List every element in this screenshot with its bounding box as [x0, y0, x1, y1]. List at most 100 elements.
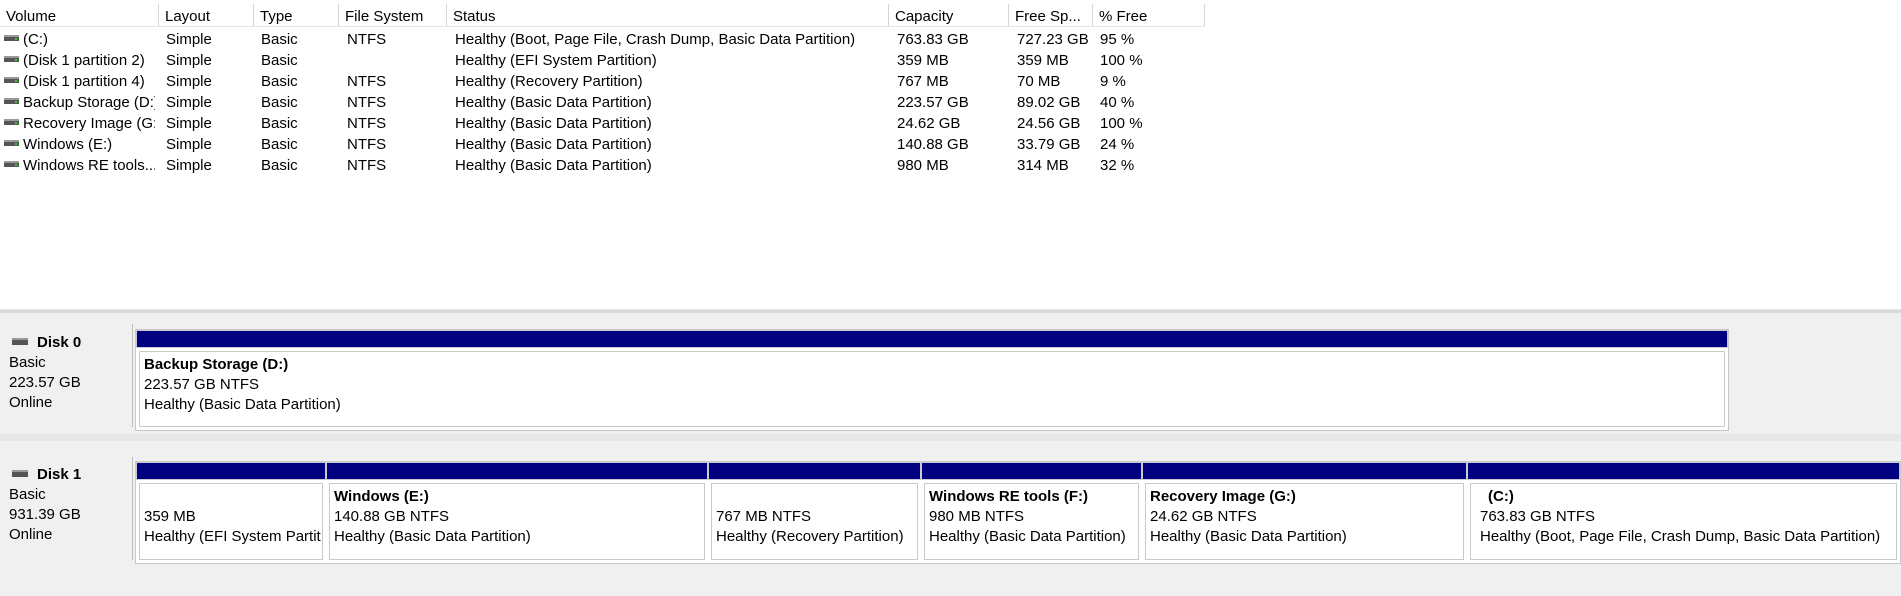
- partition-size: 767 MB NTFS: [716, 508, 812, 525]
- partition-title: [144, 487, 322, 507]
- partition-status: Healthy (EFI System Partit: [144, 528, 321, 545]
- partition-size: 980 MB NTFS: [929, 508, 1025, 525]
- col-status[interactable]: Status: [447, 4, 889, 26]
- partition-windows-e[interactable]: Windows (E:) 140.88 GB NTFS Healthy (Bas…: [326, 462, 708, 563]
- cell-status: Healthy (Basic Data Partition): [455, 136, 652, 153]
- partition-size: 763.83 GB NTFS: [1480, 508, 1596, 525]
- cell-free: 89.02 GB: [1017, 94, 1081, 111]
- table-row[interactable]: Windows (E:) Simple Basic NTFS Healthy (Basi…: [0, 134, 1205, 155]
- partition-status: Healthy (Basic Data Partition): [144, 396, 341, 413]
- partition-title: (C:): [1488, 488, 1514, 505]
- cell-status: Healthy (Basic Data Partition): [455, 157, 652, 174]
- cell-layout: Simple: [166, 73, 212, 90]
- partition-bar: [708, 462, 921, 480]
- partition-c[interactable]: (C:) 763.83 GB NTFS Healthy (Boot, Page …: [1467, 462, 1900, 563]
- disk-0-partitions: Backup Storage (D:) 223.57 GB NTFS Healt…: [135, 329, 1729, 431]
- disk-1-partitions: 359 MB Healthy (EFI System Partit Window…: [135, 461, 1901, 564]
- partition-status: Healthy (Basic Data Partition): [929, 528, 1126, 545]
- drive-icon: [4, 140, 19, 146]
- disk-separator: [0, 434, 1901, 441]
- partition-size: 140.88 GB NTFS: [334, 508, 450, 525]
- partition-bar: [1467, 462, 1900, 480]
- partition-size: 24.62 GB NTFS: [1150, 508, 1257, 525]
- cell-type: Basic: [261, 73, 298, 90]
- cell-free: 70 MB: [1017, 73, 1061, 90]
- drive-icon: [4, 35, 19, 41]
- partition-bar: [921, 462, 1142, 480]
- disk-name: Disk 1: [9, 465, 132, 485]
- partition-title: Windows (E:): [334, 488, 429, 505]
- cell-free: 24.56 GB: [1017, 115, 1081, 132]
- partition-windows-re-tools[interactable]: Windows RE tools (F:) 980 MB NTFS Health…: [921, 462, 1142, 563]
- cell-pct: 32 %: [1100, 157, 1135, 174]
- drive-icon: [4, 98, 19, 104]
- disk-type: Basic: [9, 354, 46, 371]
- disk-0-name: Disk 0: [37, 334, 82, 351]
- cell-volume: Windows RE tools...: [23, 157, 155, 174]
- table-row[interactable]: Windows RE tools... Simple Basic NTFS Health…: [0, 155, 1205, 176]
- partition-title: Recovery Image (G:): [1150, 488, 1296, 505]
- cell-type: Basic: [261, 31, 298, 48]
- partition-backup-storage[interactable]: Backup Storage (D:) 223.57 GB NTFS Healt…: [136, 330, 1728, 430]
- partition-title: Backup Storage (D:): [144, 356, 289, 373]
- col-free-space[interactable]: Free Sp...: [1009, 4, 1093, 26]
- cell-capacity: 223.57 GB: [897, 94, 969, 111]
- partition-title: [716, 487, 917, 507]
- cell-type: Basic: [261, 52, 298, 69]
- col-layout[interactable]: Layout: [159, 4, 254, 26]
- cell-fs: NTFS: [347, 73, 387, 90]
- partition-bar: [326, 462, 708, 480]
- cell-fs: NTFS: [347, 31, 387, 48]
- drive-icon: [4, 77, 19, 83]
- disk-1-label[interactable]: Disk 1 Basic 931.39 GB Online: [0, 457, 133, 560]
- col-volume[interactable]: Volume: [0, 4, 159, 26]
- cell-pct: 100 %: [1100, 115, 1143, 132]
- partition-bar: [136, 330, 1728, 348]
- cell-layout: Simple: [166, 52, 212, 69]
- cell-volume: Backup Storage (D:): [23, 94, 155, 111]
- cell-status: Healthy (Basic Data Partition): [455, 94, 652, 111]
- partition-bar: [136, 462, 326, 480]
- cell-status: Healthy (Basic Data Partition): [455, 115, 652, 132]
- col-type[interactable]: Type: [254, 4, 339, 26]
- disk-icon: [12, 470, 28, 477]
- table-row[interactable]: (Disk 1 partition 4) Simple Basic NTFS Healt…: [0, 71, 1205, 92]
- cell-pct: 40 %: [1100, 94, 1135, 111]
- cell-type: Basic: [261, 157, 298, 174]
- cell-volume: (Disk 1 partition 4): [23, 73, 145, 90]
- col-percent-free[interactable]: % Free: [1093, 4, 1205, 26]
- col-capacity[interactable]: Capacity: [889, 4, 1009, 26]
- partition-size: 359 MB: [144, 508, 196, 525]
- partition-status: Healthy (Recovery Partition): [716, 528, 904, 545]
- cell-status: Healthy (EFI System Partition): [455, 52, 657, 69]
- partition-title: Windows RE tools (F:): [929, 488, 1089, 505]
- cell-pct: 9 %: [1100, 73, 1126, 90]
- cell-volume: Windows (E:): [23, 136, 113, 153]
- table-row[interactable]: Recovery Image (G:) Simple Basic NTFS Health…: [0, 113, 1205, 134]
- cell-capacity: 767 MB: [897, 73, 949, 90]
- cell-free: 33.79 GB: [1017, 136, 1081, 153]
- cell-fs: NTFS: [347, 115, 387, 132]
- cell-volume: (Disk 1 partition 2): [23, 52, 145, 69]
- table-row[interactable]: Backup Storage (D:) Simple Basic NTFS Health…: [0, 92, 1205, 113]
- cell-volume: (C:): [23, 31, 48, 48]
- cell-type: Basic: [261, 115, 298, 132]
- volume-list[interactable]: Volume Layout Type File System Status Ca…: [0, 0, 1901, 309]
- partition-status: Healthy (Boot, Page File, Crash Dump, Ba…: [1480, 528, 1881, 545]
- partition-bar: [1142, 462, 1467, 480]
- partition-recovery-image[interactable]: Recovery Image (G:) 24.62 GB NTFS Health…: [1142, 462, 1467, 563]
- disk-0-label[interactable]: Disk 0 Basic 223.57 GB Online: [0, 324, 133, 427]
- table-row[interactable]: (Disk 1 partition 2) Simple Basic Healthy (…: [0, 50, 1205, 71]
- cell-pct: 95 %: [1100, 31, 1135, 48]
- partition-efi-system[interactable]: 359 MB Healthy (EFI System Partit: [136, 462, 326, 563]
- partition-recovery[interactable]: 767 MB NTFS Healthy (Recovery Partition): [708, 462, 921, 563]
- cell-capacity: 140.88 GB: [897, 136, 969, 153]
- cell-capacity: 763.83 GB: [897, 31, 969, 48]
- drive-icon: [4, 56, 19, 62]
- cell-volume: Recovery Image (G:): [23, 115, 155, 132]
- cell-pct: 24 %: [1100, 136, 1135, 153]
- disk-size: 931.39 GB: [9, 506, 81, 523]
- table-row[interactable]: (C:) Simple Basic NTFS Healthy (Boot, Page F…: [0, 29, 1205, 50]
- col-file-system[interactable]: File System: [339, 4, 447, 26]
- cell-free: 727.23 GB: [1017, 31, 1089, 48]
